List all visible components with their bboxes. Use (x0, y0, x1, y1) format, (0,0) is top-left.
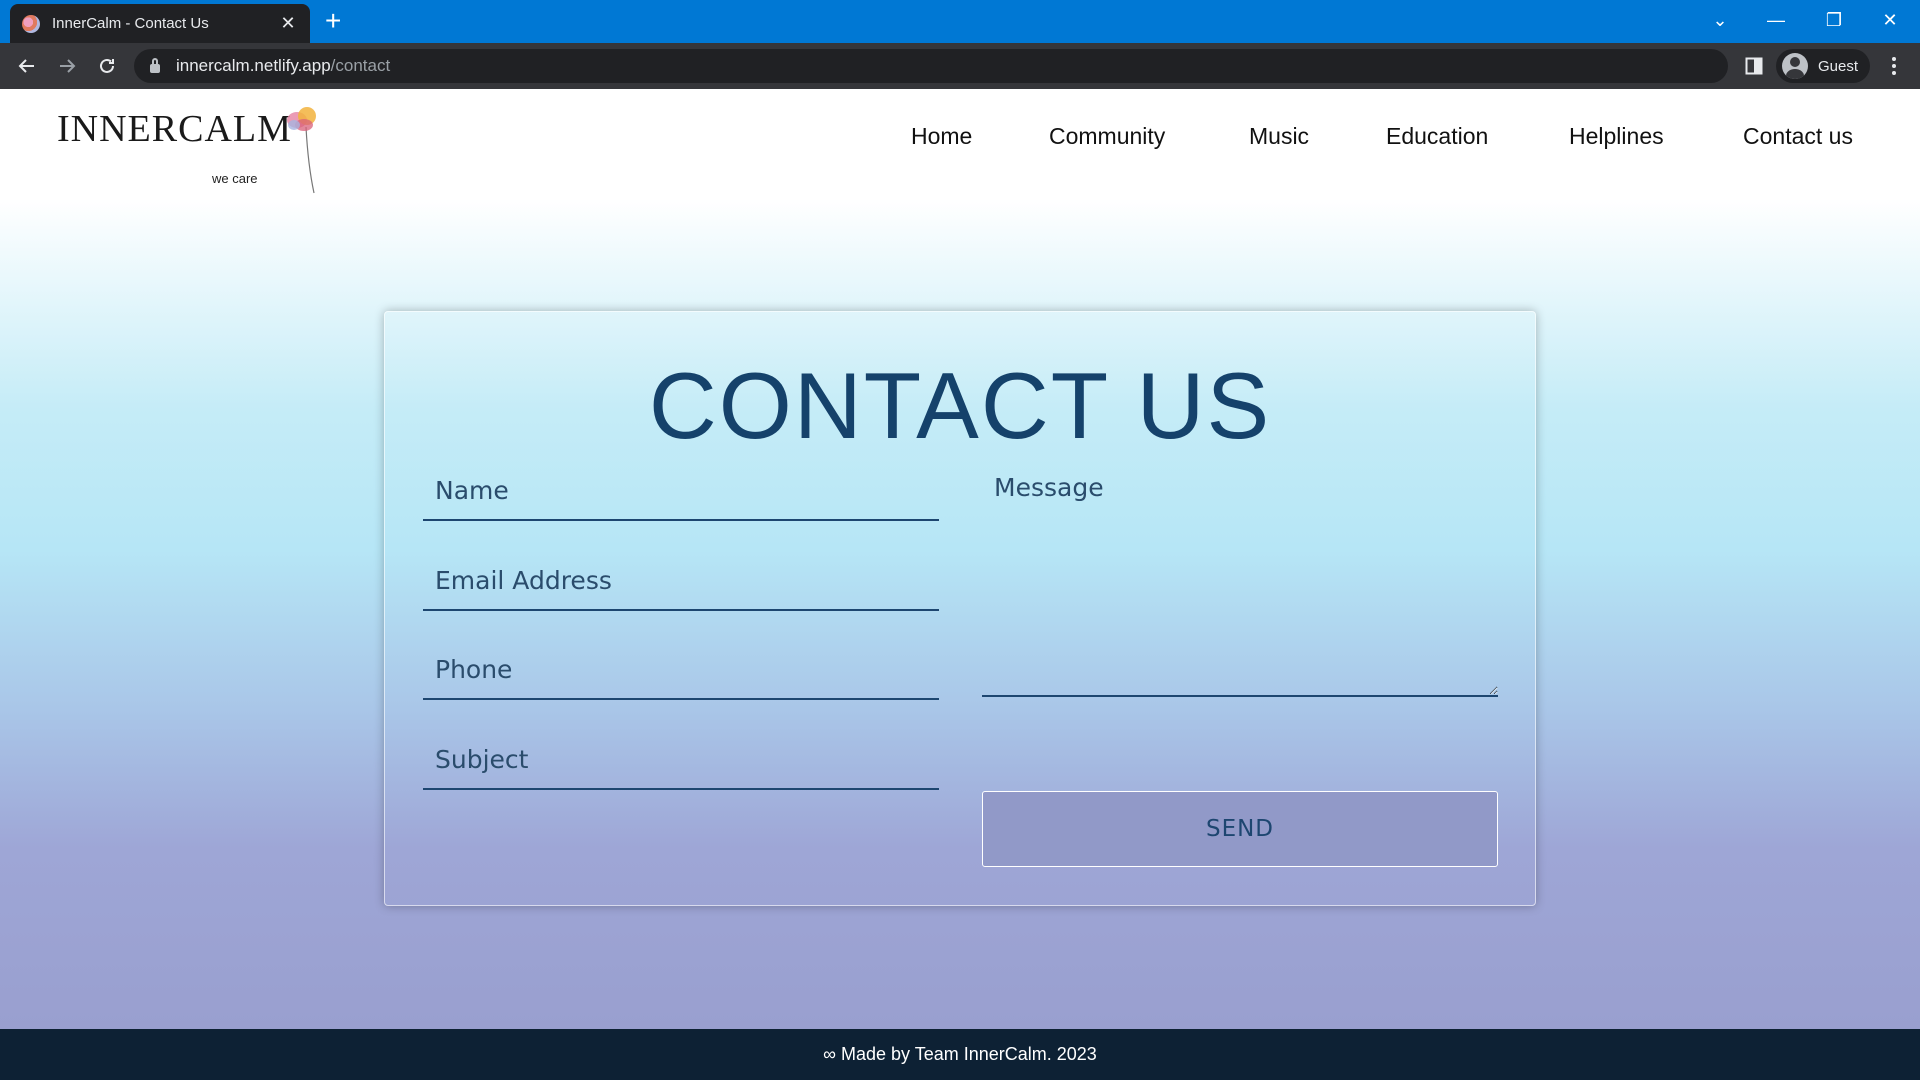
arrow-left-icon[interactable] (13, 52, 41, 80)
email-field[interactable] (423, 551, 939, 611)
reload-icon[interactable] (93, 52, 121, 80)
logo-tagline: we care (212, 171, 258, 186)
nav-helplines[interactable]: Helplines (1569, 123, 1664, 150)
site-logo[interactable]: INNERCALM we care (57, 107, 316, 194)
arrow-right-icon[interactable] (53, 52, 81, 80)
minimize-icon[interactable]: — (1748, 0, 1804, 40)
site-footer: ∞ Made by Team InnerCalm. 2023 (0, 1029, 1920, 1080)
site-favicon-icon (22, 14, 40, 33)
window-close-icon[interactable]: ✕ (1862, 0, 1918, 40)
contact-form-card: CONTACT US SEND (384, 311, 1536, 906)
logo-text: INNERCALM (57, 108, 292, 150)
nav-music[interactable]: Music (1249, 123, 1309, 150)
phone-field[interactable] (423, 640, 939, 700)
send-button[interactable]: SEND (982, 791, 1498, 867)
restore-icon[interactable]: ❐ (1806, 0, 1862, 40)
address-bar[interactable]: innercalm.netlify.app /contact (134, 49, 1728, 83)
page: INNERCALM we care Home Community Music E… (0, 89, 1920, 1080)
footer-text: ∞ Made by Team InnerCalm. 2023 (823, 1044, 1097, 1064)
tab-search-icon[interactable]: ⌄ (1692, 0, 1748, 40)
message-field[interactable] (982, 461, 1498, 697)
profile-label: Guest (1818, 57, 1859, 75)
url-host: innercalm.netlify.app (176, 56, 331, 75)
browser-tab[interactable]: InnerCalm - Contact Us ✕ (10, 4, 310, 43)
browser-tab-bar: InnerCalm - Contact Us ✕ + ⌄ — ❐ ✕ (0, 0, 1920, 43)
lock-icon[interactable] (150, 57, 160, 73)
nav-education[interactable]: Education (1386, 123, 1488, 150)
avatar (1782, 53, 1808, 79)
kebab-menu-icon[interactable] (1880, 52, 1908, 80)
url-path: /contact (330, 56, 391, 75)
browser-toolbar: innercalm.netlify.app /contact Guest (0, 43, 1920, 89)
new-tab-icon[interactable]: + (325, 6, 341, 36)
tab-close-icon[interactable]: ✕ (278, 13, 298, 34)
flower-logo-icon (287, 107, 316, 194)
nav-community[interactable]: Community (1049, 123, 1165, 150)
nav-contact-us[interactable]: Contact us (1743, 123, 1853, 150)
page-title: CONTACT US (648, 353, 1272, 458)
tab-title: InnerCalm - Contact Us (52, 15, 209, 32)
nav-home[interactable]: Home (911, 123, 972, 150)
name-field[interactable] (423, 461, 939, 521)
side-panel-icon[interactable] (1740, 52, 1768, 80)
profile-button[interactable]: Guest (1776, 49, 1870, 83)
subject-field[interactable] (423, 730, 939, 790)
